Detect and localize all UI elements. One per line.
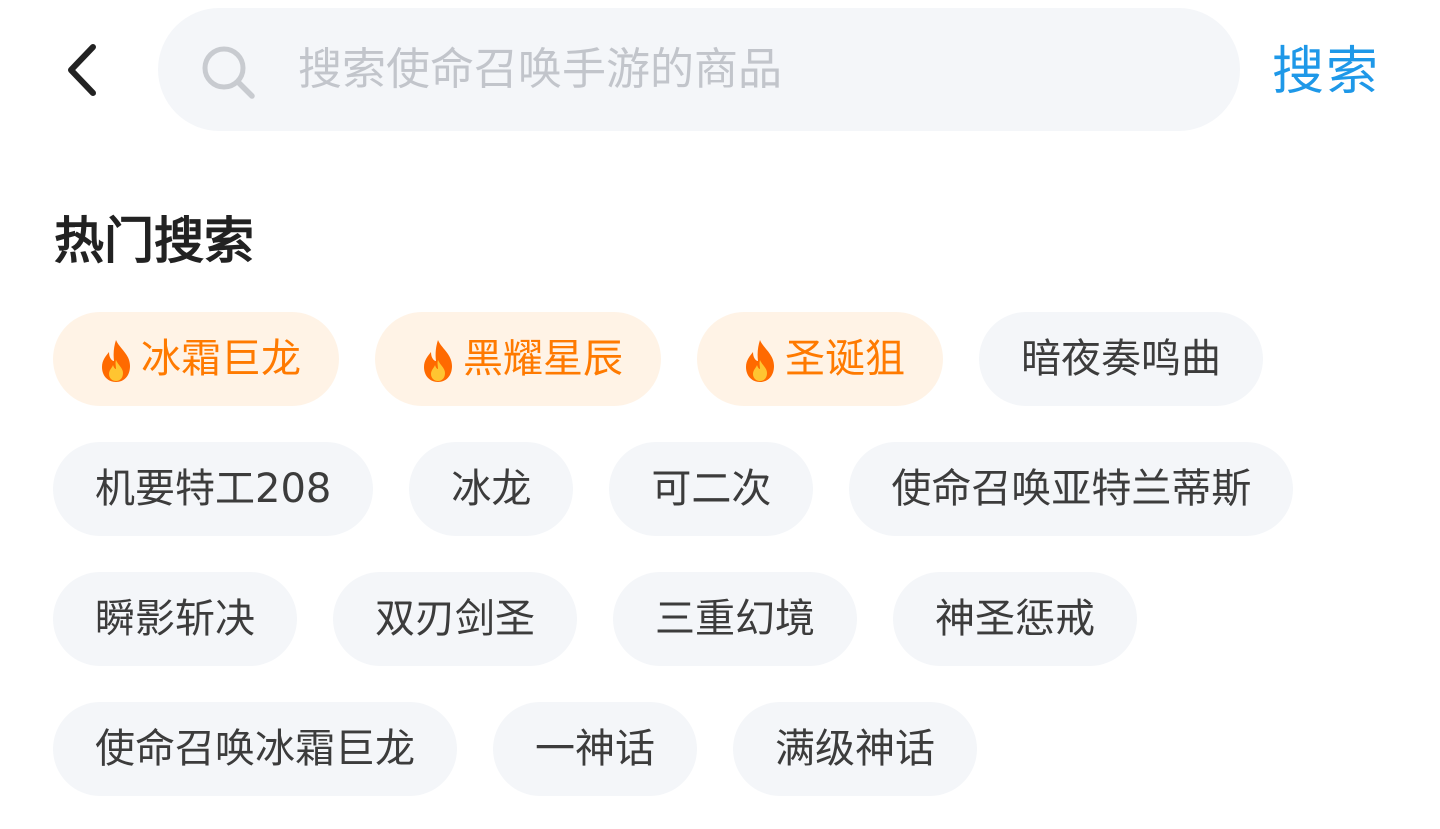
- hot-search-tag[interactable]: 使命召唤冰霜巨龙: [53, 702, 457, 796]
- hot-search-tag-label: 暗夜奏鸣曲: [1021, 336, 1221, 382]
- search-icon: [202, 46, 255, 99]
- hot-search-tag-label: 冰霜巨龙: [141, 336, 301, 382]
- hot-search-tag-label: 黑耀星辰: [463, 336, 623, 382]
- hot-search-tag-label: 使命召唤亚特兰蒂斯: [891, 466, 1252, 512]
- search-button[interactable]: 搜索: [1272, 32, 1380, 112]
- hot-search-tag-label: 机要特工208: [95, 466, 332, 512]
- hot-search-title: 热门搜索: [54, 212, 254, 270]
- hot-search-tag[interactable]: 圣诞狙: [697, 312, 943, 406]
- top-bar: 搜索: [0, 0, 1440, 140]
- hot-search-tag[interactable]: 暗夜奏鸣曲: [979, 312, 1263, 406]
- hot-search-tag-label: 双刃剑圣: [375, 596, 535, 642]
- hot-search-tag[interactable]: 黑耀星辰: [375, 312, 661, 406]
- hot-search-tag-label: 一神话: [535, 726, 655, 772]
- hot-search-tag[interactable]: 神圣惩戒: [893, 572, 1137, 666]
- hot-search-tag-list: 冰霜巨龙 黑耀星辰 圣诞狙 暗夜奏鸣曲机要特工208 冰龙 可二次 使命召唤亚特兰蒂斯瞬影斩…: [53, 312, 1413, 796]
- hot-search-tag[interactable]: 一神话: [493, 702, 697, 796]
- back-button[interactable]: [52, 35, 112, 105]
- fire-icon: [746, 340, 774, 382]
- hot-search-tag[interactable]: 瞬影斩决: [53, 572, 297, 666]
- hot-search-tag[interactable]: 满级神话: [733, 702, 977, 796]
- hot-search-tag[interactable]: 三重幻境: [613, 572, 857, 666]
- fire-icon: [424, 340, 452, 382]
- hot-search-tag[interactable]: 双刃剑圣: [333, 572, 577, 666]
- hot-search-tag[interactable]: 使命召唤亚特兰蒂斯: [849, 442, 1294, 536]
- hot-search-tag-label: 满级神话: [775, 726, 935, 772]
- fire-icon: [102, 340, 130, 382]
- search-box[interactable]: [158, 8, 1240, 131]
- search-input[interactable]: [298, 8, 1198, 131]
- hot-search-tag-label: 神圣惩戒: [935, 596, 1095, 642]
- chevron-left-icon: [68, 44, 96, 96]
- hot-search-tag-label: 三重幻境: [655, 596, 815, 642]
- hot-search-tag[interactable]: 冰龙: [409, 442, 574, 536]
- hot-search-tag-label: 圣诞狙: [785, 336, 905, 382]
- hot-search-tag-label: 冰龙: [451, 466, 532, 512]
- hot-search-tag[interactable]: 冰霜巨龙: [53, 312, 339, 406]
- hot-search-tag-label: 可二次: [651, 466, 772, 512]
- hot-search-tag[interactable]: 机要特工208: [53, 442, 374, 536]
- hot-search-tag-label: 使命召唤冰霜巨龙: [95, 726, 415, 772]
- hot-search-tag[interactable]: 可二次: [609, 442, 814, 536]
- hot-search-tag-label: 瞬影斩决: [95, 596, 255, 642]
